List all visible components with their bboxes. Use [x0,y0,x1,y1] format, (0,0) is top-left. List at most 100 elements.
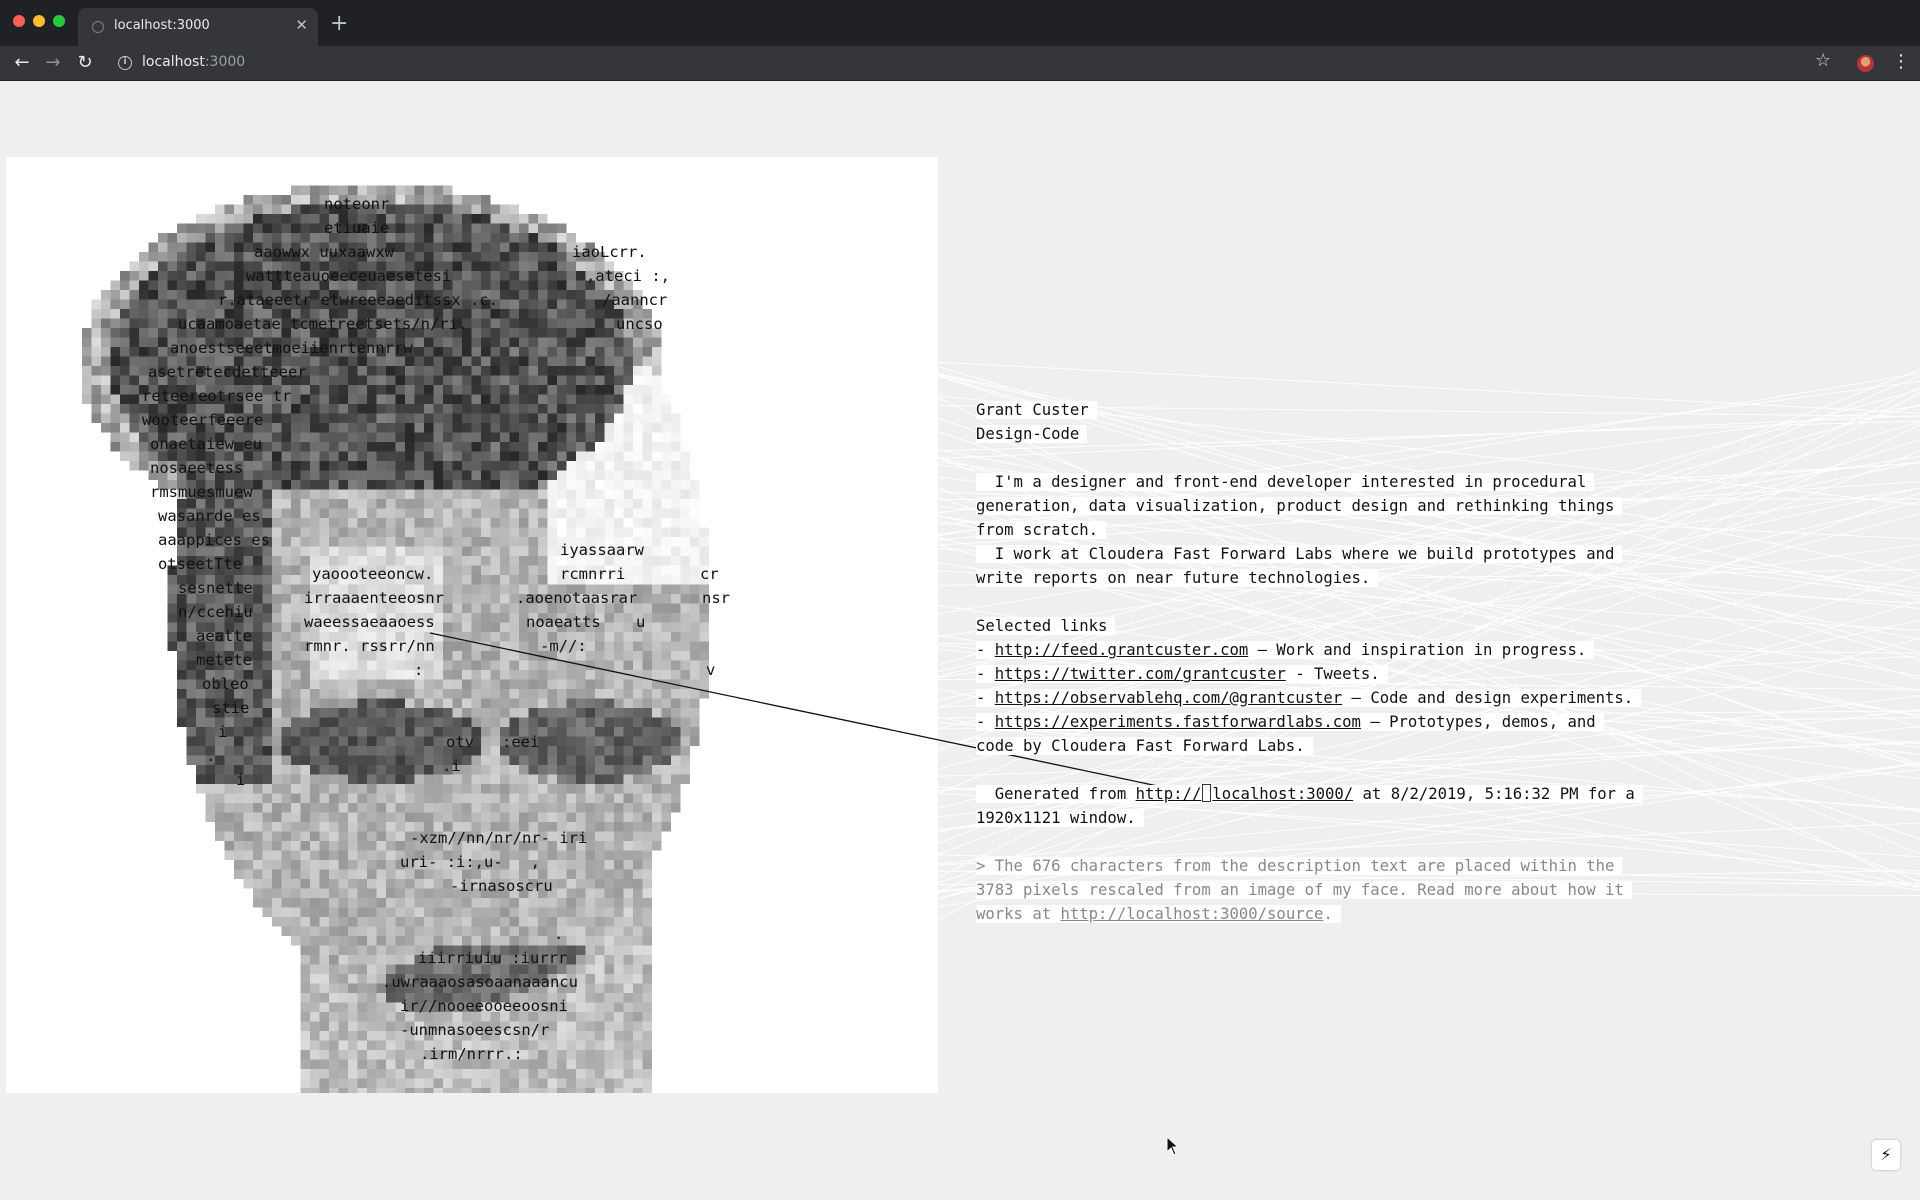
profile-role: Design-Code [976,425,1088,443]
note-line: 3783 pixels rescaled from an image of my… [976,881,1632,899]
portrait-glyph: otseetTte [158,555,242,573]
portrait-glyph: nosaeetess [150,459,244,477]
browser-tab[interactable]: localhost:3000 ✕ [78,8,318,46]
link-description: – Work and inspiration in progress. [1248,641,1587,659]
link-source[interactable]: http://localhost:3000/source [1061,905,1324,923]
url-port: :3000 [204,54,246,70]
portrait-glyph: wooteerfeeere [142,411,264,429]
reload-icon[interactable]: ↻ [72,50,98,76]
portrait-glyph: uncso [616,315,663,333]
portrait-glyph: . [554,925,564,943]
mouse-pointer-icon [1166,1136,1180,1156]
portrait-glyph: -unmnasoeescsn/r [400,1021,550,1039]
browser-tab-bar: localhost:3000 ✕ + [0,0,1920,46]
link-description: code by Cloudera Fast Forward Labs. [976,737,1313,755]
links-heading: Selected links [976,617,1116,635]
portrait-glyph: ,ateci :, [586,267,670,285]
text-cursor-icon [1202,784,1212,802]
portrait-glyph: /aanncr [602,291,668,309]
bio-line: from scratch. [976,521,1107,539]
portrait-glyph: iyassaarw [560,541,644,559]
description-panel: Grant Custer Design-Code I'm a designer … [976,398,1656,926]
bio-line: I work at Cloudera Fast Forward Labs whe… [976,545,1623,563]
link-observable[interactable]: https://observablehq.com/@grantcuster [995,689,1342,707]
portrait-glyph: noaeatts [526,613,601,631]
tab-title: localhost:3000 [114,18,210,33]
portrait-glyph: ucaamoaetae tcmetreetsets/n/ri. [178,315,468,333]
link-generated-source[interactable]: http:// localhost:3000/ [1135,784,1354,803]
portrait-glyph: .irm/nrrr.: [420,1045,523,1063]
portrait-glyph: onaetaiew eu [150,435,262,453]
portrait-glyph: .uwraaaosasoaanaaancu [382,973,578,991]
minimize-window-button[interactable] [33,15,45,27]
portrait-glyph: -m//: [540,637,587,655]
portrait-glyph: iaoLcrr. [572,243,647,261]
portrait-glyph: u [636,613,646,631]
link-experiments[interactable]: https://experiments.fastforwardlabs.com [995,713,1361,731]
link-description: – Code and design experiments. [1342,689,1634,707]
portrait-glyph: ir//nooeeooeeoosni [400,997,568,1015]
generated-url-part: http:// [1135,785,1202,803]
portrait-glyph: yaoooteeoncw. [312,565,434,583]
portrait-glyph: wattteauoeeceuaesetesi [246,267,452,285]
portrait-glyph: v [706,661,716,679]
link-description: - Tweets. [1285,665,1380,683]
globe-icon [92,21,104,33]
back-arrow-icon[interactable]: ← [9,50,35,76]
portrait-glyph: aeatte [196,627,252,645]
portrait-glyph: n/ccehiu [178,603,253,621]
portrait-glyph: aaappices es [158,531,270,549]
bookmark-star-icon[interactable]: ☆ [1815,50,1831,71]
portrait-glyph: etiuaie [324,219,390,237]
link-twitter[interactable]: https://twitter.com/grantcuster [995,665,1286,683]
portrait-glyph: iiirriuiu :iurrr [418,949,568,967]
note-line: > The 676 characters from the descriptio… [976,857,1623,875]
generated-suffix: at 8/2/2019, 5:16:32 PM for a [1353,785,1635,803]
portrait-glyph: i [236,771,246,789]
list-bullet: - [976,641,995,659]
portrait-glyph: -xzm//nn/nr/nr- iri [410,829,588,847]
portrait-glyph: .aoenotaasrar [516,589,638,607]
portrait-glyph: anoestseeetmoeiienrtennrrw [170,339,413,357]
portrait-glyph: nsr [702,589,730,607]
generated-url-part: localhost:3000/ [1212,785,1354,803]
portrait-glyph: asetretecdetteeer [148,363,307,381]
list-bullet: - [976,713,995,731]
portrait-glyph: cr [700,565,719,583]
address-bar[interactable]: i localhost:3000 [110,49,1810,77]
lightning-bolt-icon[interactable]: ⚡ [1872,1140,1900,1170]
url-host: localhost [142,54,205,70]
list-bullet: - [976,665,995,683]
new-tab-button[interactable]: + [330,10,348,38]
note-prefix: works at [976,905,1061,923]
portrait-glyph: rmsmuesmuew [150,483,253,501]
note-suffix: . [1323,905,1333,923]
list-bullet: - [976,689,995,707]
profile-avatar[interactable] [1857,55,1874,72]
kebab-menu-icon[interactable]: ⋮ [1892,51,1910,73]
link-description: – Prototypes, demos, and [1360,713,1596,731]
portrait-glyph: : [414,661,424,679]
close-icon[interactable]: ✕ [295,16,308,34]
info-icon[interactable]: i [118,56,132,70]
maximize-window-button[interactable] [53,15,65,27]
portrait-glyph: wasanrde es [158,507,261,525]
portrait-glyph: sesnette [178,579,253,597]
portrait-glyph: noteonr [324,195,390,213]
portrait-glyph: r.ataeeetr etwreeeaeditssx .c. [218,291,498,309]
close-window-button[interactable] [13,15,25,27]
bio-line: generation, data visualization, product … [976,497,1623,515]
portrait-glyph: irraaaenteeosnr [304,589,444,607]
url-text[interactable]: localhost:3000 [142,54,245,70]
portrait-glyph: metete [196,651,252,669]
portrait-glyph: . [206,747,216,765]
browser-toolbar: ← → ↻ i localhost:3000 ☆ ⋮ [0,46,1920,81]
portrait-glyph: waeessaeaaoess [304,613,435,631]
portrait-glyph: obleo [202,675,249,693]
portrait-glyph: rmnr. rssrr/nn [304,637,435,655]
forward-arrow-icon[interactable]: → [40,50,66,76]
portrait-glyph: i [218,723,228,741]
portrait-glyph: .i [442,757,461,775]
generated-line: 1920x1121 window. [976,809,1144,827]
link-feed[interactable]: http://feed.grantcuster.com [995,641,1248,659]
